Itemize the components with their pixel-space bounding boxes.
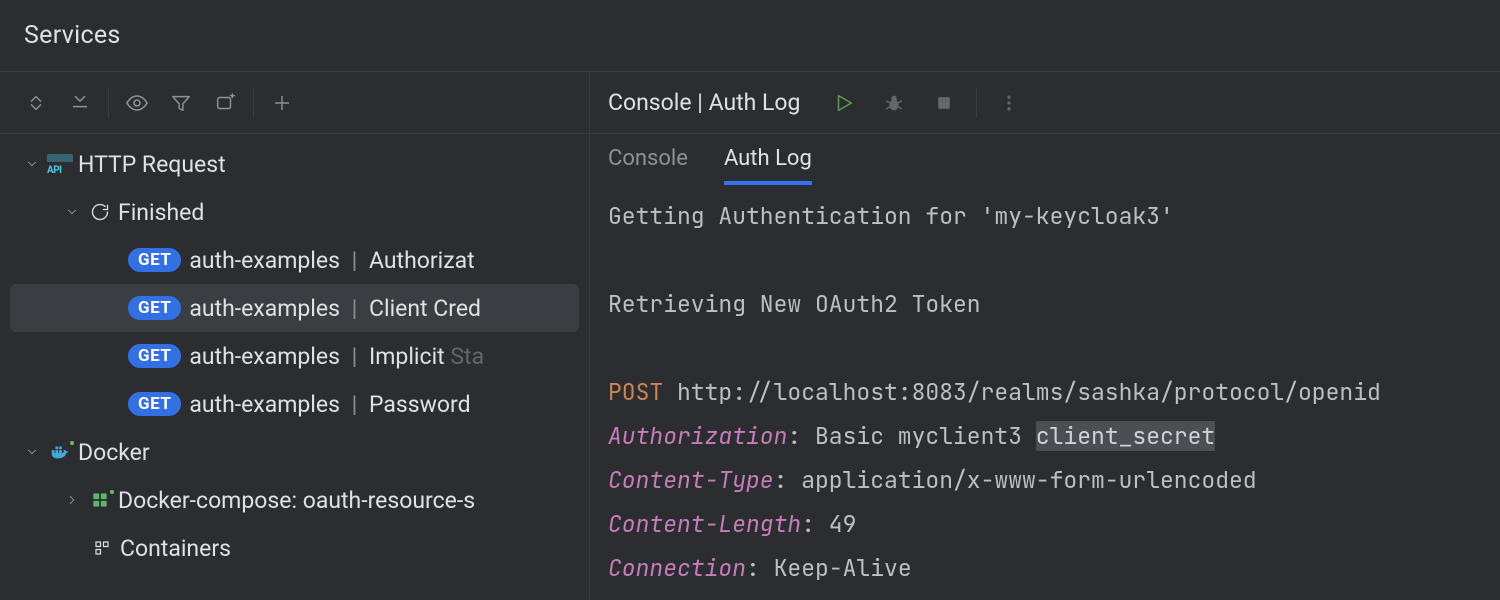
eye-icon (125, 91, 149, 115)
tree-node-http-request[interactable]: HTTP Request (0, 140, 589, 188)
chevron-down-icon[interactable] (18, 157, 46, 171)
panel-title: Services (24, 21, 121, 50)
pipe-separator: | (346, 295, 363, 322)
containers-icon (88, 539, 116, 557)
pipe-separator: | (346, 343, 363, 370)
view-button[interactable] (115, 81, 159, 125)
log-header-name: Content-Type (608, 465, 774, 495)
log-line: Retrieving New OAuth2 Token (608, 289, 981, 319)
services-tree[interactable]: HTTP Request Finished GET (0, 134, 589, 600)
log-header-value: : application/x-www-form-urlencoded (774, 465, 1257, 495)
debug-button[interactable] (874, 83, 914, 123)
right-header: Console | Auth Log (590, 72, 1500, 134)
tree-request-item[interactable]: GET auth-examples | Authorizat (0, 236, 589, 284)
log-url-a: http://l (663, 370, 787, 414)
filter-icon (170, 92, 192, 114)
docker-icon (46, 441, 74, 463)
chevron-down-icon[interactable] (58, 205, 86, 219)
tree-request-item[interactable]: GET auth-examples | Client Cred (10, 284, 579, 332)
log-header-name: Content-Length (608, 509, 801, 539)
toolbar-separator (253, 88, 254, 118)
request-suffix-label: Implicit (369, 343, 445, 370)
right-tabs: Console Auth Log (590, 134, 1500, 186)
log-url-b: ocalhost:8083/realms/sashka/protocol/ope… (787, 377, 1380, 407)
expand-all-button[interactable] (14, 81, 58, 125)
log-header-value: : Basic myclient3 (787, 421, 1035, 451)
right-panel: Console | Auth Log (590, 72, 1500, 600)
request-suffix-label: Client Cred (369, 295, 481, 322)
left-toolbar (0, 72, 589, 134)
bug-icon (883, 92, 905, 114)
pipe-separator: | (346, 247, 363, 274)
http-method-badge: GET (128, 248, 181, 272)
log-header-value-selected: client_secret (1036, 421, 1215, 451)
collapse-all-button[interactable] (58, 81, 102, 125)
run-button[interactable] (824, 83, 864, 123)
toolbar-separator (976, 88, 977, 118)
play-icon (833, 92, 855, 114)
request-suffix-label: Password (369, 391, 471, 418)
tree-request-item[interactable]: GET auth-examples | Implicit Sta (0, 332, 589, 380)
tree-node-containers[interactable]: Containers (0, 524, 589, 572)
add-button[interactable] (260, 81, 304, 125)
auth-log-output[interactable]: Getting Authentication for 'my-keycloak3… (590, 186, 1500, 600)
request-file-label: auth-examples (189, 295, 340, 322)
filter-button[interactable] (159, 81, 203, 125)
docker-compose-icon (86, 490, 114, 510)
expand-icon (25, 92, 47, 114)
log-line: Getting Authentication for 'my-keycloak3… (608, 201, 1174, 231)
tree-node-docker[interactable]: Docker (0, 428, 589, 476)
collapse-icon (69, 92, 91, 114)
refresh-icon (86, 202, 114, 222)
log-header-name: Authorization (608, 421, 787, 451)
api-icon (46, 154, 74, 174)
tab-console[interactable]: Console (608, 134, 688, 185)
http-method-badge: GET (128, 392, 181, 416)
request-file-label: auth-examples (189, 391, 340, 418)
request-suffix-label: Authorizat (369, 247, 475, 274)
tree-node-docker-compose[interactable]: Docker-compose: oauth-resource-s (0, 476, 589, 524)
tree-node-finished[interactable]: Finished (0, 188, 589, 236)
left-panel: HTTP Request Finished GET (0, 72, 590, 600)
request-file-label: auth-examples (189, 247, 340, 274)
node-label: Finished (118, 199, 204, 226)
pipe-separator: | (346, 391, 363, 418)
open-tab-icon (214, 92, 236, 114)
node-label: Containers (120, 535, 231, 562)
log-header-name: Connection (608, 553, 746, 583)
request-file-label: auth-examples (189, 343, 340, 370)
log-header-value: : 49 (801, 509, 856, 539)
tree-request-item[interactable]: GET auth-examples | Password (0, 380, 589, 428)
node-label: Docker-compose: oauth-resource-s (118, 487, 475, 514)
more-button[interactable] (989, 83, 1029, 123)
chevron-down-icon[interactable] (18, 445, 46, 459)
plus-icon (271, 92, 293, 114)
http-method-badge: GET (128, 296, 181, 320)
open-tab-button[interactable] (203, 81, 247, 125)
log-header-value: : Keep-Alive (746, 553, 912, 583)
toolbar-separator (108, 88, 109, 118)
stop-button[interactable] (924, 83, 964, 123)
request-suffix-dim-label: Sta (445, 343, 484, 370)
right-header-title: Console | Auth Log (608, 89, 800, 116)
node-label: Docker (78, 439, 150, 466)
more-vertical-icon (999, 93, 1019, 113)
stop-icon (934, 93, 954, 113)
services-titlebar: Services (0, 0, 1500, 72)
node-label: HTTP Request (78, 151, 226, 178)
tab-auth-log[interactable]: Auth Log (724, 134, 812, 185)
log-method: POST (608, 377, 663, 407)
http-method-badge: GET (128, 344, 181, 368)
chevron-right-icon[interactable] (58, 493, 86, 507)
